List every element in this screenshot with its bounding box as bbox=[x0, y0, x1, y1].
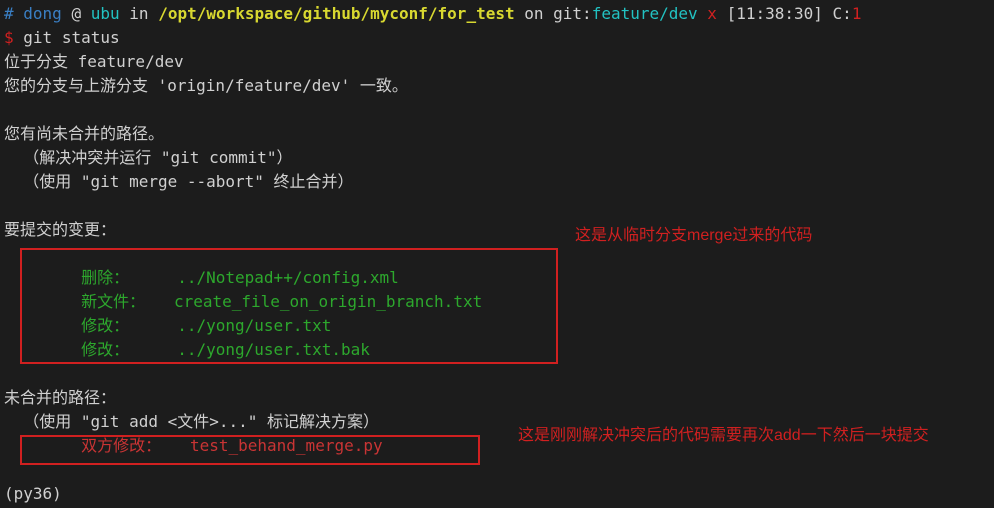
prompt-branch: feature/dev bbox=[592, 4, 698, 23]
prompt-user: dong bbox=[23, 4, 62, 23]
venv-indicator: (py36) bbox=[4, 482, 990, 506]
blank-3 bbox=[4, 242, 990, 266]
status-hint-abort: （使用 "git merge --abort" 终止合并） bbox=[4, 170, 990, 194]
status-branch: 位于分支 feature/dev bbox=[4, 50, 990, 74]
prompt-host: ubu bbox=[91, 4, 120, 23]
annotation-staged: 这是从临时分支merge过来的代码 bbox=[575, 224, 812, 248]
staged-file-1: 删除： ../Notepad++/config.xml bbox=[4, 266, 990, 290]
blank-2 bbox=[4, 194, 990, 218]
prompt-c: C: bbox=[833, 4, 852, 23]
prompt-git: git: bbox=[553, 4, 592, 23]
blank-5 bbox=[4, 458, 990, 482]
status-unmerged-paths: 未合并的路径： bbox=[4, 386, 990, 410]
prompt-line-1: # dong @ ubu in /opt/workspace/github/my… bbox=[4, 2, 990, 26]
status-upstream: 您的分支与上游分支 'origin/feature/dev' 一致。 bbox=[4, 74, 990, 98]
blank-1 bbox=[4, 98, 990, 122]
prompt-hash: # bbox=[4, 4, 14, 23]
annotation-unmerged: 这是刚刚解决冲突后的代码需要再次add一下然后一块提交 bbox=[518, 424, 978, 448]
blank-4 bbox=[4, 362, 990, 386]
prompt-cval: 1 bbox=[852, 4, 862, 23]
staged-file-4: 修改： ../yong/user.txt.bak bbox=[4, 338, 990, 362]
status-unmerged-header: 您有尚未合并的路径。 bbox=[4, 122, 990, 146]
status-hint-commit: （解决冲突并运行 "git commit"） bbox=[4, 146, 990, 170]
prompt-path: /opt/workspace/github/myconf/for_test bbox=[158, 4, 514, 23]
staged-file-3: 修改： ../yong/user.txt bbox=[4, 314, 990, 338]
prompt-in: in bbox=[129, 4, 148, 23]
prompt-dollar: $ bbox=[4, 28, 14, 47]
prompt-cmd: git status bbox=[23, 28, 119, 47]
prompt-time: [11:38:30] bbox=[727, 4, 823, 23]
prompt-x: x bbox=[707, 4, 717, 23]
staged-file-2: 新文件： create_file_on_origin_branch.txt bbox=[4, 290, 990, 314]
prompt-at: @ bbox=[71, 4, 81, 23]
prompt-line-2: $ git status bbox=[4, 26, 990, 50]
status-staged-header: 要提交的变更： bbox=[4, 218, 990, 242]
prompt-on: on bbox=[524, 4, 543, 23]
